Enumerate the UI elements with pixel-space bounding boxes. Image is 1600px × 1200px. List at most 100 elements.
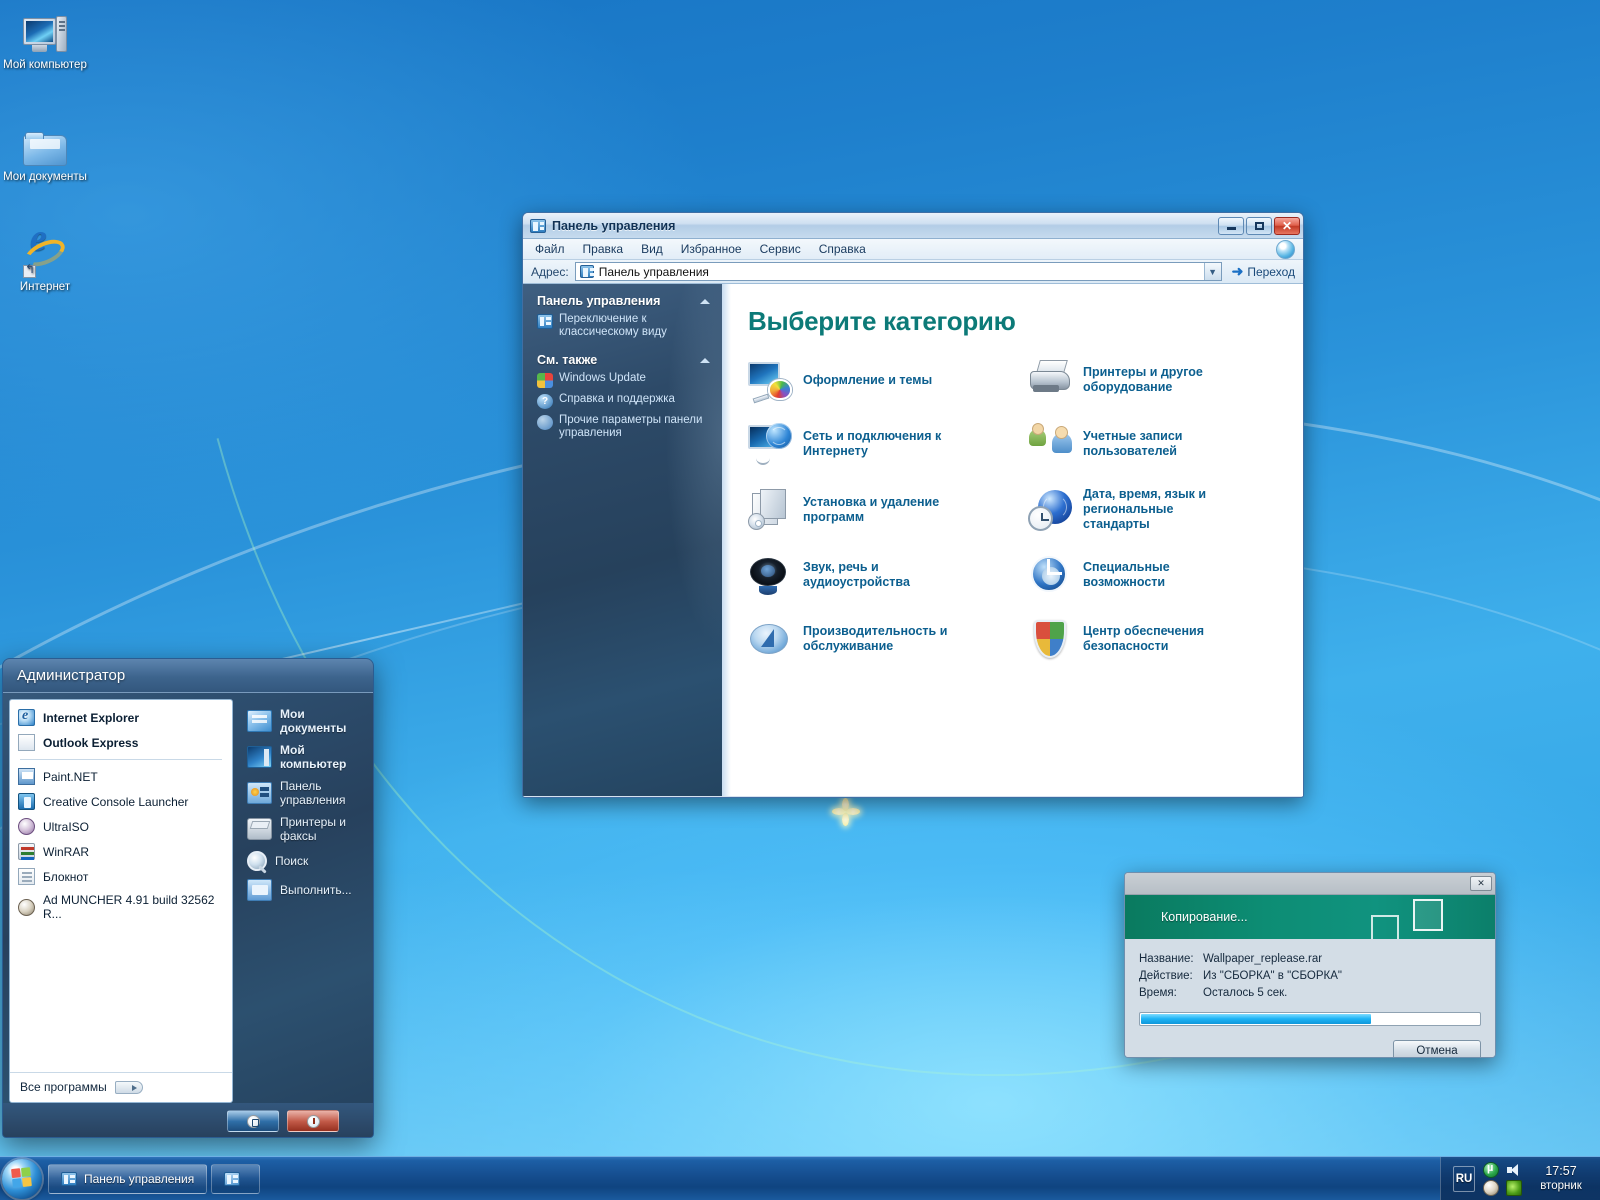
desktop-icon-label: Мои документы <box>3 171 87 183</box>
go-label: Переход <box>1247 264 1295 279</box>
dialog-titlebar[interactable]: ✕ <box>1125 873 1495 895</box>
address-label: Адрес: <box>531 264 569 279</box>
start-menu-header: Администратор <box>3 659 373 693</box>
category-printers-and-hardware[interactable]: Принтеры и другое оборудование <box>1028 359 1303 401</box>
menu-item-view[interactable]: Вид <box>641 242 663 256</box>
close-icon[interactable]: ✕ <box>1470 876 1492 891</box>
menu-item-file[interactable]: Файл <box>535 242 565 256</box>
start-menu-item-winrar[interactable]: WinRAR <box>10 839 232 864</box>
start-menu-place-my-computer[interactable]: Мой компьютер <box>241 739 367 775</box>
progress-bar-fill <box>1141 1014 1371 1024</box>
nvidia-icon[interactable] <box>1506 1179 1522 1196</box>
start-button[interactable] <box>2 1158 42 1199</box>
copy-progress-dialog[interactable]: ✕ Копирование... Название: Wallpaper_rep… <box>1124 872 1496 1058</box>
sidebar-item-windows-update[interactable]: Windows Update <box>537 372 712 388</box>
user-name: Администратор <box>17 667 126 684</box>
menu-item-favorites[interactable]: Избранное <box>681 242 742 256</box>
desktop-icon-my-documents[interactable]: Мои документы <box>2 118 88 184</box>
start-menu-item-internet-explorer[interactable]: Internet Explorer <box>10 705 232 730</box>
category-date-time-language[interactable]: Дата, время, язык и региональные стандар… <box>1028 487 1303 532</box>
category-security-center[interactable]: Центр обеспечения безопасности <box>1028 618 1303 660</box>
menu-bar[interactable]: Файл Правка Вид Избранное Сервис Справка <box>523 239 1303 260</box>
sidebar-item-help-support[interactable]: ? Справка и поддержка <box>537 393 712 409</box>
tray-icons[interactable] <box>1483 1161 1524 1196</box>
windows-logo-icon <box>11 1166 33 1189</box>
close-button[interactable]: ✕ <box>1274 216 1300 235</box>
start-menu-place-run[interactable]: Выполнить... <box>241 875 367 905</box>
category-label: Оформление и темы <box>803 372 933 387</box>
shut-down-button[interactable] <box>287 1110 339 1132</box>
category-user-accounts[interactable]: Учетные записи пользователей <box>1028 423 1303 465</box>
go-button[interactable]: ➜ Переход <box>1228 263 1299 280</box>
dialog-row-action: Действие: Из "СБОРКА" в "СБОРКА" <box>1139 968 1481 985</box>
chevron-down-icon[interactable]: ▼ <box>1203 263 1221 280</box>
start-menu-place-control-panel[interactable]: Панель управления <box>241 775 367 811</box>
clock[interactable]: 17:57 вторник <box>1532 1164 1590 1194</box>
desktop-icon-my-computer[interactable]: Мой компьютер <box>2 6 88 72</box>
start-menu-item-notepad[interactable]: Блокнот <box>10 864 232 889</box>
control-panel-window[interactable]: Панель управления ✕ Файл Правка Вид Избр… <box>522 212 1304 798</box>
start-menu-item-label: UltraISO <box>43 819 90 834</box>
desktop[interactable]: Мой компьютер Мои документы e Интернет П… <box>0 0 1600 1200</box>
menu-item-tools[interactable]: Сервис <box>760 242 801 256</box>
window-controls[interactable]: ✕ <box>1218 216 1300 235</box>
language-indicator[interactable]: RU <box>1453 1165 1475 1192</box>
taskbar-button-control-panel[interactable]: Панель управления <box>48 1163 208 1194</box>
start-menu-place-search[interactable]: Поиск <box>241 847 367 875</box>
category-network-and-internet[interactable]: Сеть и подключения к Интернету <box>748 423 1028 465</box>
row-key: Действие: <box>1139 970 1193 982</box>
maximize-button[interactable] <box>1246 216 1272 235</box>
sidebar-item-other-options[interactable]: Прочие параметры панели управления <box>537 414 712 440</box>
address-value: Панель управления <box>598 264 709 279</box>
speaker-icon[interactable] <box>1506 1162 1522 1178</box>
sidebar-item-classic-view[interactable]: Переключение к классическому виду <box>537 313 712 339</box>
start-menu-item-creative-console-launcher[interactable]: Creative Console Launcher <box>10 789 232 814</box>
start-menu-item-label: Outlook Express <box>43 735 139 750</box>
utorrent-icon[interactable] <box>1483 1161 1499 1178</box>
start-menu-place-printers-and-faxes[interactable]: Принтеры и факсы <box>241 811 367 847</box>
menu-item-help[interactable]: Справка <box>819 242 866 256</box>
taskbar[interactable]: Панель управления RU 17:57 вторник <box>0 1156 1600 1200</box>
minimize-button[interactable] <box>1218 216 1244 235</box>
category-accessibility-options[interactable]: Специальные возможности <box>1028 554 1303 596</box>
window-titlebar[interactable]: Панель управления ✕ <box>523 213 1303 239</box>
category-label: Центр обеспечения безопасности <box>1083 624 1205 653</box>
start-menu-columns: Internet Explorer Outlook Express Paint.… <box>3 693 373 1103</box>
ie-logo-icon <box>1276 239 1295 259</box>
start-menu[interactable]: Администратор Internet Explorer Outlook … <box>2 658 374 1138</box>
row-value: Wallpaper_replease.rar <box>1203 953 1323 965</box>
address-bar[interactable]: Адрес: Панель управления ▼ ➜ Переход <box>523 260 1303 284</box>
performance-icon <box>748 618 792 660</box>
row-key: Название: <box>1139 953 1194 965</box>
cancel-button[interactable]: Отмена <box>1393 1040 1481 1057</box>
control-panel-body: Панель управления Переключение к классич… <box>523 284 1303 796</box>
start-menu-place-label: Поиск <box>275 854 309 868</box>
category-appearance-and-themes[interactable]: Оформление и темы <box>748 359 1028 404</box>
category-performance-and-maintenance[interactable]: Производительность и обслуживание <box>748 618 1028 660</box>
start-menu-item-paint-net[interactable]: Paint.NET <box>10 764 232 789</box>
start-menu-item-ultraiso[interactable]: UltraISO <box>10 814 232 839</box>
category-sounds-speech-audio[interactable]: Звук, речь и аудиоустройства <box>748 554 1028 596</box>
all-programs-button[interactable]: Все программы <box>10 1072 232 1102</box>
category-label: Дата, время, язык и региональные стандар… <box>1083 487 1207 531</box>
all-programs-label: Все программы <box>20 1080 107 1094</box>
taskbar-button-folder[interactable] <box>211 1163 261 1194</box>
address-input[interactable]: Панель управления ▼ <box>574 262 1222 281</box>
users-icon <box>1028 423 1072 465</box>
desktop-icon-internet[interactable]: e Интернет <box>2 219 88 294</box>
ie-icon <box>18 708 35 726</box>
start-menu-item-outlook-express[interactable]: Outlook Express <box>10 730 232 755</box>
menu-item-edit[interactable]: Правка <box>583 242 624 256</box>
clock-day: вторник <box>1540 1179 1582 1192</box>
chevron-right-icon <box>114 1080 143 1094</box>
start-menu-place-my-documents[interactable]: Мои документы <box>241 703 367 739</box>
chevron-up-icon[interactable] <box>700 298 710 304</box>
bug-icon[interactable] <box>1483 1179 1499 1196</box>
category-grid: Оформление и темы Принтеры и другое обор… <box>748 359 1303 660</box>
chevron-up-icon[interactable] <box>700 357 710 363</box>
system-tray[interactable]: RU 17:57 вторник <box>1440 1157 1600 1200</box>
log-off-button[interactable] <box>227 1110 279 1132</box>
category-label: Производительность и обслуживание <box>803 624 948 653</box>
start-menu-item-ad-muncher[interactable]: Ad MUNCHER 4.91 build 32562 R... <box>10 889 232 925</box>
category-add-remove-programs[interactable]: Установка и удаление программ <box>748 487 1028 532</box>
